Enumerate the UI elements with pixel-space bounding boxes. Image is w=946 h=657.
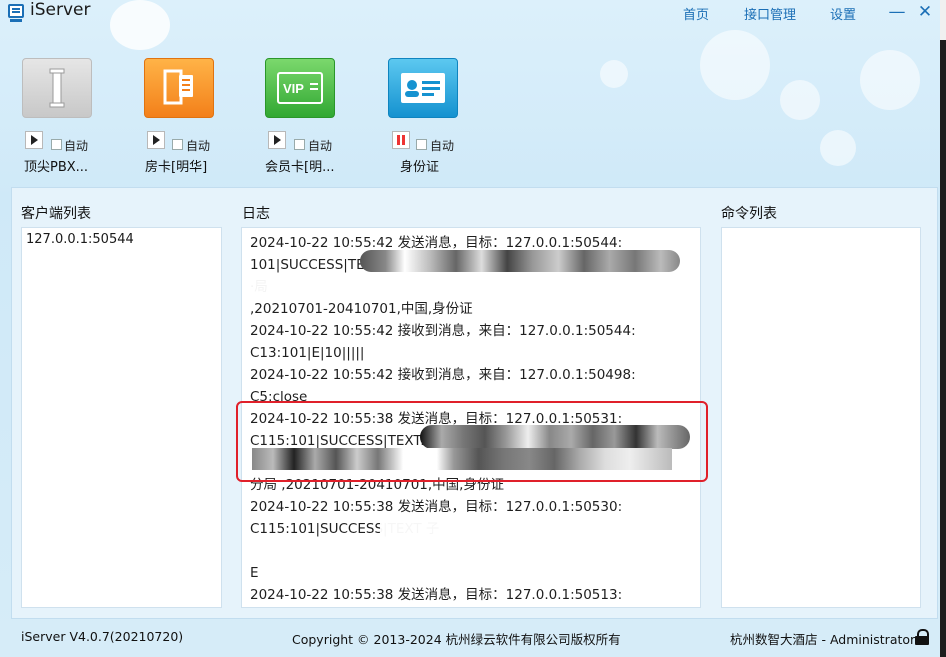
log-line: 2024-10-22 10:55:42 接收到消息，来自：127.0.0.1:5…	[250, 323, 636, 339]
background-bubble	[820, 130, 856, 166]
highlight-annotation	[236, 401, 708, 482]
nav-home[interactable]: 首页	[683, 4, 709, 23]
copyright-label: Copyright © 2013-2024 杭州绿云软件有限公司版权所有	[292, 632, 621, 647]
device-name: 身份证	[400, 160, 440, 175]
device-name: 房卡[明华]	[145, 160, 208, 175]
lock-icon[interactable]	[915, 629, 929, 645]
version-label: iServer V4.0.7(20210720)	[21, 629, 184, 644]
monitor-icon	[8, 4, 24, 18]
title-bar: iServer 首页 接口管理 设置 — ✕	[0, 0, 940, 26]
play-button[interactable]	[25, 131, 43, 149]
monitor-icon-stand	[10, 19, 22, 22]
command-list[interactable]	[721, 227, 921, 608]
auto-label: 自动	[430, 139, 455, 153]
play-button[interactable]	[268, 131, 286, 149]
pbx-icon	[49, 68, 65, 108]
auto-checkbox[interactable]	[172, 139, 183, 150]
device-name: 会员卡[明...	[265, 160, 335, 175]
command-list-title: 命令列表	[721, 206, 777, 222]
auto-label: 自动	[64, 139, 89, 153]
log-line: 2024-10-22 10:55:42 接收到消息，来自：127.0.0.1:5…	[250, 367, 636, 383]
nav-interface-management[interactable]: 接口管理	[744, 4, 796, 23]
user-label: 杭州数智大酒店 - Administrator	[730, 632, 916, 647]
log-title: 日志	[242, 206, 270, 222]
auto-checkbox[interactable]	[416, 139, 427, 150]
auto-label: 自动	[186, 139, 211, 153]
client-list[interactable]: 127.0.0.1:50544	[21, 227, 222, 608]
redacted-text	[380, 520, 690, 580]
play-button[interactable]	[147, 131, 165, 149]
log-line: 2024-10-22 10:55:38 发送消息，目标：127.0.0.1:50…	[250, 587, 623, 603]
log-line: C13:101|E|10|||||	[250, 345, 365, 361]
pause-button[interactable]	[392, 131, 410, 149]
client-list-title: 客户端列表	[21, 206, 91, 222]
device-tile-id-card[interactable]	[388, 58, 458, 118]
window-edge	[940, 0, 946, 657]
id-card-icon	[401, 73, 445, 103]
redacted-text	[360, 250, 680, 272]
door-card-icon	[163, 69, 193, 105]
app-title: iServer	[30, 0, 91, 20]
minimize-button[interactable]: —	[884, 2, 910, 24]
device-name: 顶尖PBX...	[24, 160, 89, 175]
nav-settings[interactable]: 设置	[830, 4, 856, 23]
client-list-item[interactable]: 127.0.0.1:50544	[26, 232, 134, 247]
device-tile-vip-card[interactable]: VIP	[265, 58, 335, 118]
close-button[interactable]: ✕	[912, 2, 938, 24]
redacted-text	[250, 280, 650, 300]
auto-label: 自动	[308, 139, 333, 153]
app-window: iServer 首页 接口管理 设置 — ✕ 自动 顶尖PBX... 自动 房卡…	[0, 0, 941, 657]
background-bubble	[780, 80, 820, 120]
device-tile-room-card[interactable]	[144, 58, 214, 118]
background-bubble	[860, 50, 920, 110]
log-line: ,20210701-20410701,中国,身份证	[250, 301, 473, 317]
auto-checkbox[interactable]	[51, 139, 62, 150]
svg-text:VIP: VIP	[283, 81, 304, 96]
log-line: 2024-10-22 10:55:38 发送消息，目标：127.0.0.1:50…	[250, 499, 623, 515]
background-bubble	[700, 30, 770, 100]
vip-card-icon: VIP	[277, 72, 323, 104]
device-tile-pbx[interactable]	[22, 58, 92, 118]
background-bubble	[600, 60, 628, 88]
auto-checkbox[interactable]	[294, 139, 305, 150]
